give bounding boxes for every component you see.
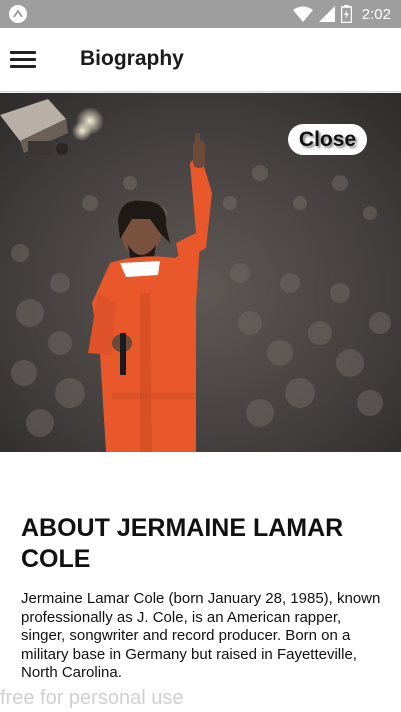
status-time: 2:02: [361, 5, 391, 23]
watermark: free for personal use: [0, 687, 184, 709]
close-button[interactable]: Close: [288, 124, 367, 155]
about-heading: ABOUT JERMAINE LAMAR COLE: [21, 514, 344, 573]
status-bar: 2:02: [0, 0, 401, 28]
hamburger-menu-icon[interactable]: [6, 42, 42, 78]
wifi-icon: [292, 6, 313, 22]
signal-icon: [318, 6, 335, 22]
about-body: Jermaine Lamar Cole (born January 28, 19…: [21, 590, 381, 681]
battery-icon: [340, 5, 352, 23]
app-badge-icon: [9, 5, 27, 23]
page-title: Biography: [80, 47, 184, 70]
app-bar: Biography: [0, 28, 401, 92]
